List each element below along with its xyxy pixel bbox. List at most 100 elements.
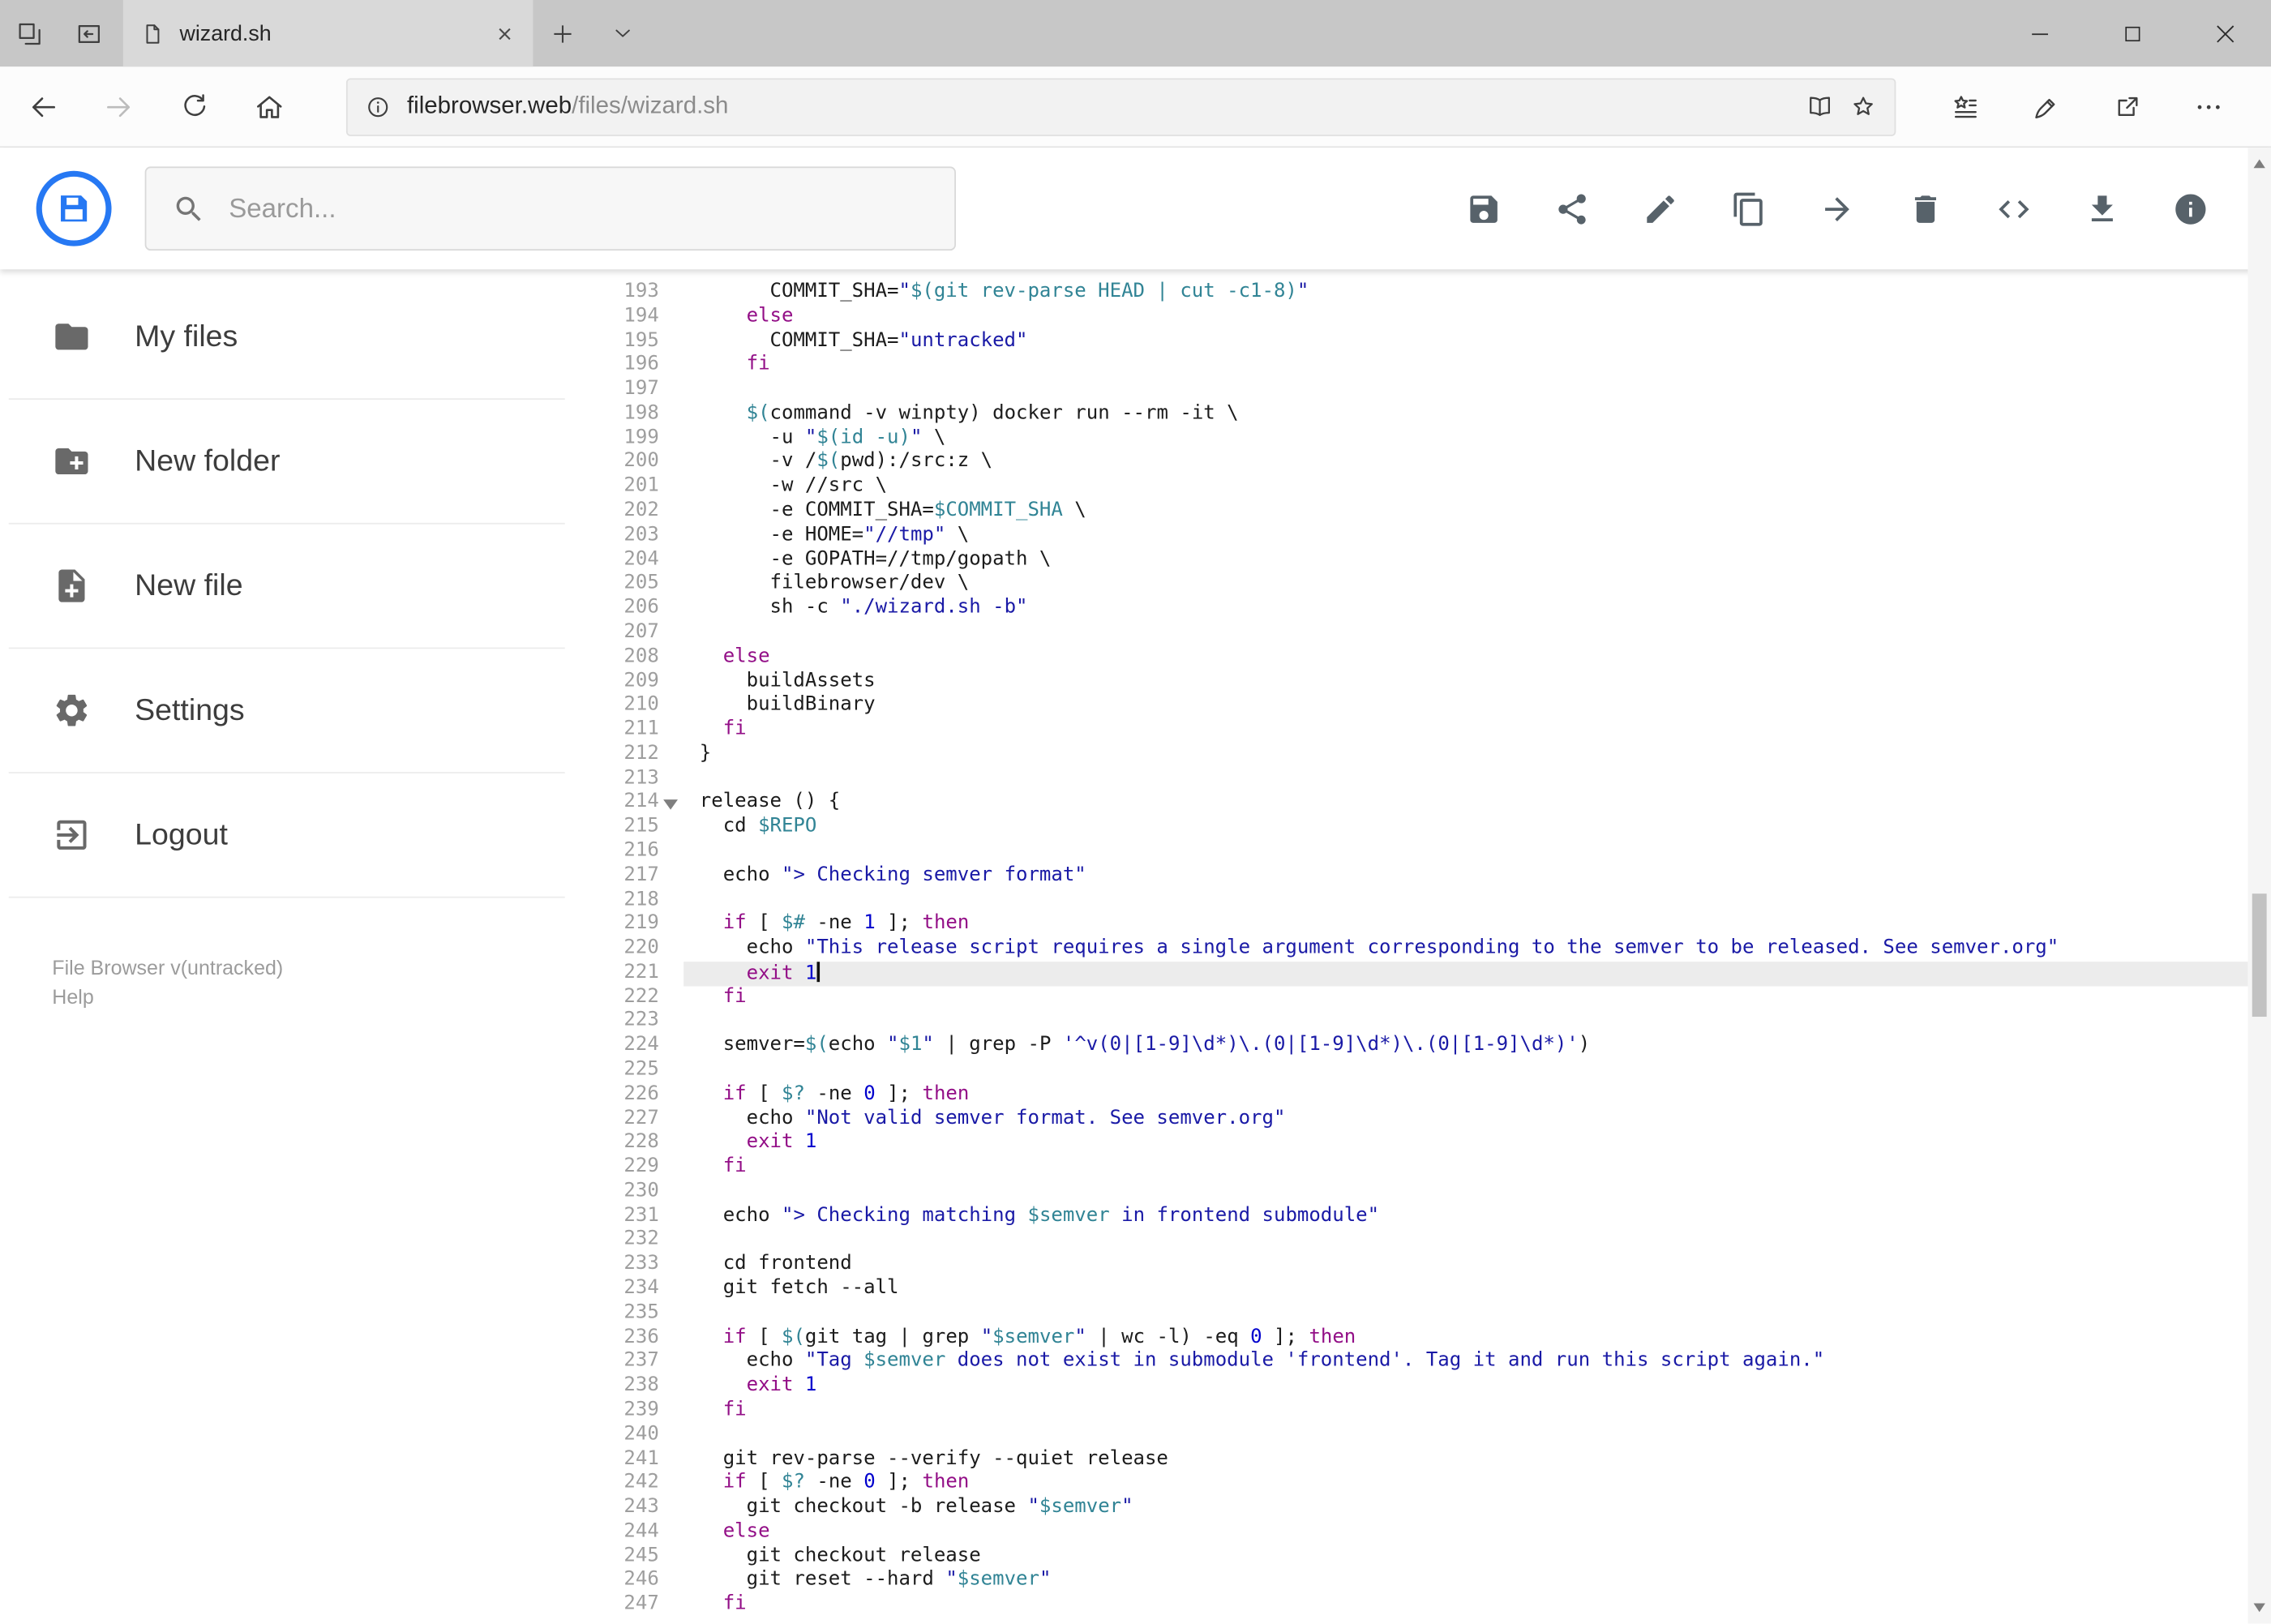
code-line[interactable]: 246 git reset --hard "$semver" [580,1569,2271,1593]
code-line[interactable]: 195 COMMIT_SHA="untracked" [580,330,2271,354]
sidebar-item-new-file[interactable]: New file [8,525,565,649]
code-line[interactable]: 237 echo "Tag $semver does not exist in … [580,1351,2271,1375]
code-line[interactable]: 236 if [ $(git tag | grep "$semver" | wc… [580,1326,2271,1351]
address-bar[interactable]: filebrowser.web/files/wizard.sh [345,77,1896,136]
code-line[interactable]: 247 fi [580,1593,2271,1618]
code-line[interactable]: 205 filebrowser/dev \ [580,572,2271,597]
code-line[interactable]: 194 else [580,306,2271,330]
app-logo[interactable] [35,169,113,247]
code-line[interactable]: 213 [580,767,2271,791]
maximize-button[interactable] [2085,0,2178,66]
code-line[interactable]: 226 if [ $? -ne 0 ]; then [580,1083,2271,1108]
code-line[interactable]: 199 -u "$(id -u)" \ [580,426,2271,451]
fold-arrow-icon[interactable] [663,799,679,811]
code-line[interactable]: 239 fi [580,1399,2271,1424]
sidebar-item-my-files[interactable]: My files [8,275,565,401]
code-line[interactable]: 242 if [ $? -ne 0 ]; then [580,1472,2271,1496]
code-line[interactable]: 241 git rev-parse --verify --quiet relea… [580,1447,2271,1472]
code-line[interactable]: 198 $(command -v winpty) docker run --rm… [580,402,2271,426]
code-line[interactable]: 212} [580,743,2271,767]
site-info-icon[interactable] [365,93,391,119]
search-box[interactable] [144,166,956,251]
code-line[interactable]: 221 exit 1 [580,961,2271,986]
save-button[interactable] [1451,177,1515,241]
code-line[interactable]: 215 cd $REPO [580,816,2271,840]
tab-preview-toggle[interactable] [593,0,652,66]
refresh-button[interactable] [162,75,226,139]
code-line[interactable]: 201 -w //src \ [580,475,2271,499]
new-tab-button[interactable] [533,0,592,66]
code-line[interactable]: 207 [580,621,2271,645]
code-line[interactable]: 238 exit 1 [580,1375,2271,1399]
code-line[interactable]: 244 else [580,1520,2271,1545]
scrollbar-thumb[interactable] [2252,893,2267,1018]
code-line[interactable]: 220 echo "This release script requires a… [580,937,2271,962]
set-aside-tabs-list-button[interactable] [0,0,59,66]
minimize-button[interactable] [1993,0,2085,66]
help-link[interactable]: Help [52,982,579,1011]
code-button[interactable] [1982,177,2046,241]
back-button[interactable] [11,75,75,139]
code-line[interactable]: 235 [580,1302,2271,1326]
more-button[interactable] [2177,75,2241,139]
sidebar-item-new-folder[interactable]: New folder [8,400,565,525]
code-line[interactable]: 202 -e COMMIT_SHA=$COMMIT_SHA \ [580,499,2271,524]
code-line[interactable]: 227 echo "Not valid semver format. See s… [580,1108,2271,1132]
web-note-button[interactable] [2015,75,2079,139]
code-editor[interactable]: 193 COMMIT_SHA="$(git rev-parse HEAD | c… [580,269,2271,1623]
home-button[interactable] [238,75,302,139]
code-line[interactable]: 218 [580,889,2271,913]
code-line[interactable]: 219 if [ $# -ne 1 ]; then [580,913,2271,937]
tab-close-icon[interactable] [494,23,516,45]
delete-button[interactable] [1893,177,1957,241]
set-tabs-aside-button[interactable] [59,0,118,66]
code-line[interactable]: 203 -e HOME="//tmp" \ [580,524,2271,548]
forward-button[interactable] [87,75,151,139]
code-line[interactable]: 231 echo "> Checking matching $semver in… [580,1205,2271,1229]
code-line[interactable]: 232 [580,1229,2271,1253]
code-line[interactable]: 217 echo "> Checking semver format" [580,864,2271,889]
code-line[interactable]: 209 buildAssets [580,670,2271,694]
code-line[interactable]: 210 buildBinary [580,694,2271,718]
code-line[interactable]: 196 fi [580,354,2271,378]
code-line[interactable]: 243 git checkout -b release "$semver" [580,1496,2271,1520]
rename-button[interactable] [1628,177,1692,241]
code-line[interactable]: 206 sh -c "./wizard.sh -b" [580,597,2271,621]
copy-button[interactable] [1716,177,1780,241]
favorite-star-icon[interactable] [1849,92,1877,120]
scroll-down-arrow[interactable] [2247,1595,2271,1621]
scroll-up-arrow[interactable] [2247,151,2271,177]
scrollbar[interactable] [2247,148,2271,1624]
code-line[interactable]: 234 git fetch --all [580,1278,2271,1302]
download-button[interactable] [2070,177,2134,241]
share-button[interactable] [1540,177,1604,241]
sidebar-item-settings[interactable]: Settings [8,649,565,773]
code-line[interactable]: 228 exit 1 [580,1132,2271,1156]
code-line[interactable]: 245 git checkout release [580,1545,2271,1569]
code-line[interactable]: 225 [580,1059,2271,1083]
code-line[interactable]: 240 [580,1423,2271,1447]
code-line[interactable]: 230 [580,1181,2271,1205]
code-line[interactable]: 229 fi [580,1156,2271,1181]
code-line[interactable]: 211 fi [580,718,2271,743]
code-line[interactable]: 193 COMMIT_SHA="$(git rev-parse HEAD | c… [580,281,2271,306]
reading-view-icon[interactable] [1806,92,1834,120]
move-button[interactable] [1805,177,1869,241]
sidebar-item-logout[interactable]: Logout [8,773,565,898]
code-line[interactable]: 222 fi [580,986,2271,1010]
code-line[interactable]: 214 release () { [580,791,2271,816]
hub-button[interactable] [1934,75,1998,139]
code-line[interactable]: 224 semver=$(echo "$1" | grep -P '^v(0|[… [580,1035,2271,1059]
search-input[interactable] [229,192,929,225]
fold-toggle[interactable] [659,791,683,816]
code-line[interactable]: 233 cd frontend [580,1253,2271,1278]
code-line[interactable]: 204 -e GOPATH=//tmp/gopath \ [580,548,2271,572]
info-button[interactable] [2158,177,2222,241]
code-line[interactable]: 208 else [580,645,2271,670]
share-button[interactable] [2096,75,2160,139]
code-line[interactable]: 197 [580,378,2271,402]
browser-tab[interactable]: wizard.sh [122,0,533,67]
close-button[interactable] [2179,0,2271,66]
code-line[interactable]: 216 [580,840,2271,864]
code-line[interactable]: 223 [580,1010,2271,1035]
